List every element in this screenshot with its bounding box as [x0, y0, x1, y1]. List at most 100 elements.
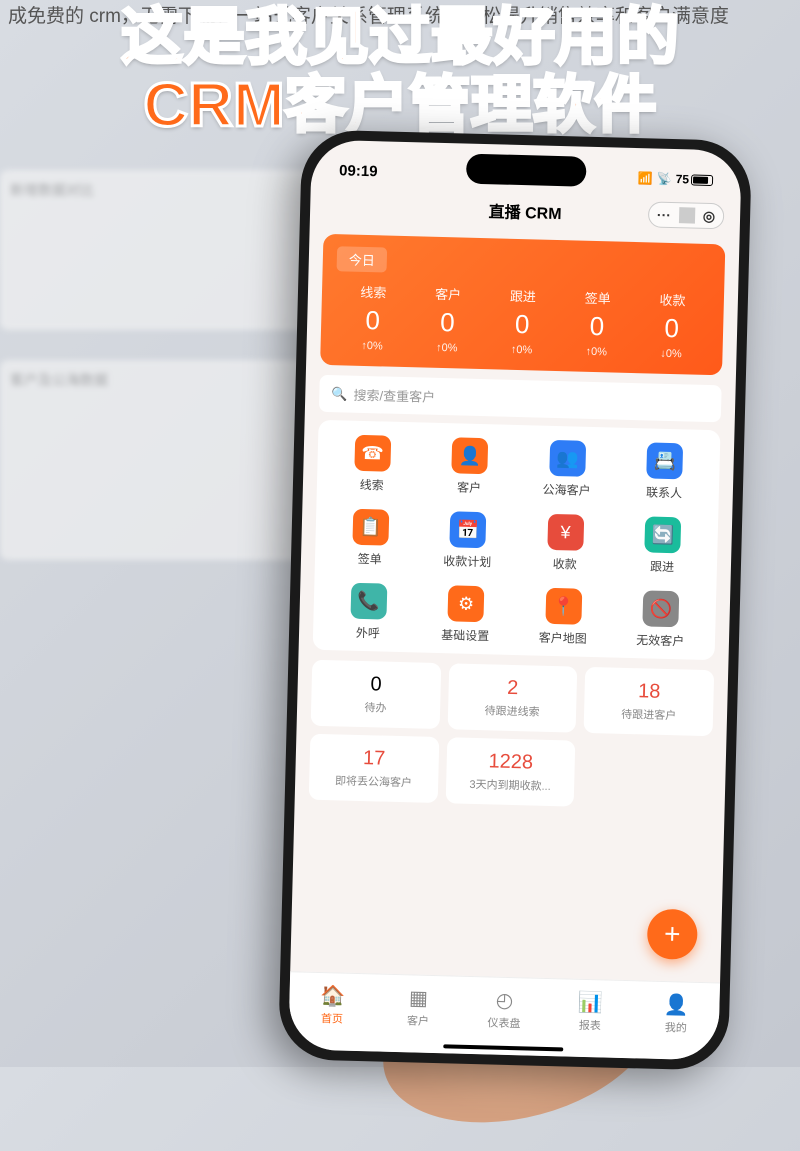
- headline: 这是我见过最好用的 CRM客户管理软件: [0, 0, 800, 140]
- app-label: 基础设置: [441, 626, 489, 644]
- metric-value: 0: [484, 308, 560, 341]
- metric-delta: ↑0%: [409, 341, 484, 355]
- app-item-外呼[interactable]: 📞 外呼: [319, 582, 418, 643]
- tab-icon: 👤: [664, 992, 690, 1018]
- app-item-客户[interactable]: 👤 客户: [420, 437, 519, 498]
- search-icon: 🔍: [331, 386, 348, 402]
- stat-label: 即将丢公海客户: [315, 772, 432, 791]
- app-label: 外呼: [356, 624, 380, 642]
- metric-0[interactable]: 线索0↑0%: [334, 281, 411, 353]
- stat-card-3[interactable]: 17即将丢公海客户: [309, 734, 439, 803]
- search-placeholder: 搜索/查重客户: [353, 385, 435, 406]
- app-icon: 📅: [450, 511, 487, 548]
- metrics-row: 线索0↑0%客户0↑0%跟进0↑0%签单0↑0%收款0↓0%: [334, 281, 710, 361]
- close-target-icon[interactable]: ◎: [695, 207, 724, 225]
- phone-frame: 09:19 📶 📡 75 直播 CRM ··· ◎ 今日: [278, 129, 752, 1070]
- today-chip[interactable]: 今日: [337, 246, 388, 272]
- tab-icon: 📊: [578, 990, 604, 1016]
- metric-2[interactable]: 跟进0 ↑0%: [484, 285, 561, 357]
- more-icon[interactable]: ···: [649, 206, 679, 223]
- app-item-线索[interactable]: ☎ 线索: [323, 434, 422, 495]
- stat-card-1[interactable]: 2待跟进线索: [447, 663, 577, 732]
- metric-label: 客户: [411, 283, 486, 304]
- metric-1[interactable]: 客户0 ↑0%: [409, 283, 486, 355]
- bg-panel-1: 新增数据对比: [0, 170, 340, 330]
- stat-value: 2: [454, 675, 571, 701]
- stat-value: 1228: [452, 749, 569, 775]
- metric-label: 签单: [560, 287, 635, 308]
- capsule-menu[interactable]: ··· ◎: [648, 201, 725, 229]
- app-label: 收款计划: [443, 552, 491, 570]
- battery-pct: 75: [676, 172, 690, 186]
- tab-label: 客户: [407, 1012, 429, 1029]
- stat-value: 18: [591, 679, 708, 705]
- metric-label: 线索: [336, 281, 411, 302]
- tab-仪表盘[interactable]: ◴仪表盘: [460, 977, 548, 1042]
- stat-card-2[interactable]: 18待跟进客户: [584, 667, 714, 736]
- metric-value: 0: [410, 306, 486, 339]
- app-label: 客户: [457, 478, 481, 496]
- app-icon: 📋: [352, 509, 389, 546]
- stat-card-4[interactable]: 12283天内到期收款...: [445, 737, 575, 806]
- stat-card-0[interactable]: 0待办: [311, 660, 441, 729]
- stat-value: 0: [317, 672, 434, 698]
- tab-首页[interactable]: 🏠首页: [289, 972, 377, 1037]
- metric-delta: ↑0%: [484, 343, 559, 357]
- app-item-客户地图[interactable]: 📍 客户地图: [514, 587, 613, 648]
- tab-icon: ◴: [495, 988, 513, 1013]
- metric-delta: ↑0%: [334, 339, 409, 353]
- app-label: 联系人: [646, 483, 682, 501]
- metric-value: 0: [634, 312, 710, 345]
- fab-add-button[interactable]: +: [647, 909, 698, 960]
- headline-line2: CRM客户管理软件: [0, 72, 800, 140]
- status-right: 📶 📡 75: [638, 171, 714, 187]
- bg-panel-2: 客户及公海数据: [0, 360, 340, 560]
- tab-我的[interactable]: 👤我的: [632, 981, 720, 1046]
- tab-icon: 🏠: [320, 983, 346, 1009]
- app-item-联系人[interactable]: 📇联系人: [615, 442, 714, 503]
- app-icon: 👤: [452, 437, 489, 474]
- app-icon: 🔄: [645, 516, 682, 553]
- app-label: 公海客户: [542, 481, 590, 499]
- app-label: 跟进: [650, 558, 674, 576]
- metric-value: 0: [559, 310, 635, 343]
- tab-报表[interactable]: 📊报表: [546, 979, 634, 1044]
- stats-grid: 0待办2待跟进线索18待跟进客户17即将丢公海客户12283天内到期收款...: [309, 660, 715, 810]
- app-label: 收款: [552, 555, 576, 573]
- app-item-基础设置[interactable]: ⚙基础设置: [416, 584, 515, 645]
- app-label: 签单: [358, 550, 382, 568]
- metric-4[interactable]: 收款0 ↓0%: [634, 289, 711, 361]
- stat-label: 3天内到期收款...: [452, 775, 569, 794]
- app-icon: ☎: [354, 435, 391, 472]
- app-icon: 🚫: [643, 590, 680, 627]
- metric-delta: ↓0%: [634, 347, 709, 361]
- metric-delta: ↑0%: [559, 345, 634, 359]
- app-item-签单[interactable]: 📋 签单: [321, 508, 420, 569]
- tab-客户[interactable]: ▦ 客户: [375, 974, 463, 1039]
- app-icon: 👥: [549, 440, 586, 477]
- tab-icon: ▦: [409, 985, 429, 1010]
- wifi-icon: 📡: [657, 172, 672, 186]
- stat-label: 待跟进线索: [454, 701, 571, 720]
- metric-3[interactable]: 签单0 ↑0%: [559, 287, 636, 359]
- app-item-无效客户[interactable]: 🚫无效客户: [611, 590, 710, 651]
- today-metrics-card: 今日 线索0↑0%客户0↑0%跟进0↑0%签单0↑0%收款0↓0%: [320, 234, 725, 375]
- tab-label: 报表: [579, 1017, 601, 1034]
- metric-label: 跟进: [485, 285, 560, 306]
- stat-label: 待跟进客户: [590, 705, 707, 724]
- phone-screen: 09:19 📶 📡 75 直播 CRM ··· ◎ 今日: [288, 140, 742, 1061]
- app-item-跟进[interactable]: 🔄 跟进: [613, 516, 712, 577]
- nav-title: 直播 CRM: [488, 198, 561, 224]
- app-item-公海客户[interactable]: 👥 公海客户: [518, 439, 617, 500]
- app-label: 客户地图: [539, 629, 587, 647]
- app-item-收款计划[interactable]: 📅 收款计划: [418, 510, 517, 571]
- tab-label: 我的: [665, 1019, 687, 1036]
- status-time: 09:19: [339, 162, 378, 180]
- search-input[interactable]: 🔍 搜索/查重客户: [319, 375, 722, 423]
- app-icon: 📍: [545, 588, 582, 625]
- metric-label: 收款: [635, 289, 710, 310]
- app-grid: ☎ 线索 👤 客户 👥 公海客户 📇联系人 📋 签单 📅 收款计划 ¥收款 🔄 跟进 📞 外呼 ⚙基础设置 📍 客户…: [313, 420, 721, 660]
- app-icon: 📞: [350, 583, 387, 620]
- app-label: 线索: [359, 476, 383, 494]
- app-item-收款[interactable]: ¥收款: [516, 513, 615, 574]
